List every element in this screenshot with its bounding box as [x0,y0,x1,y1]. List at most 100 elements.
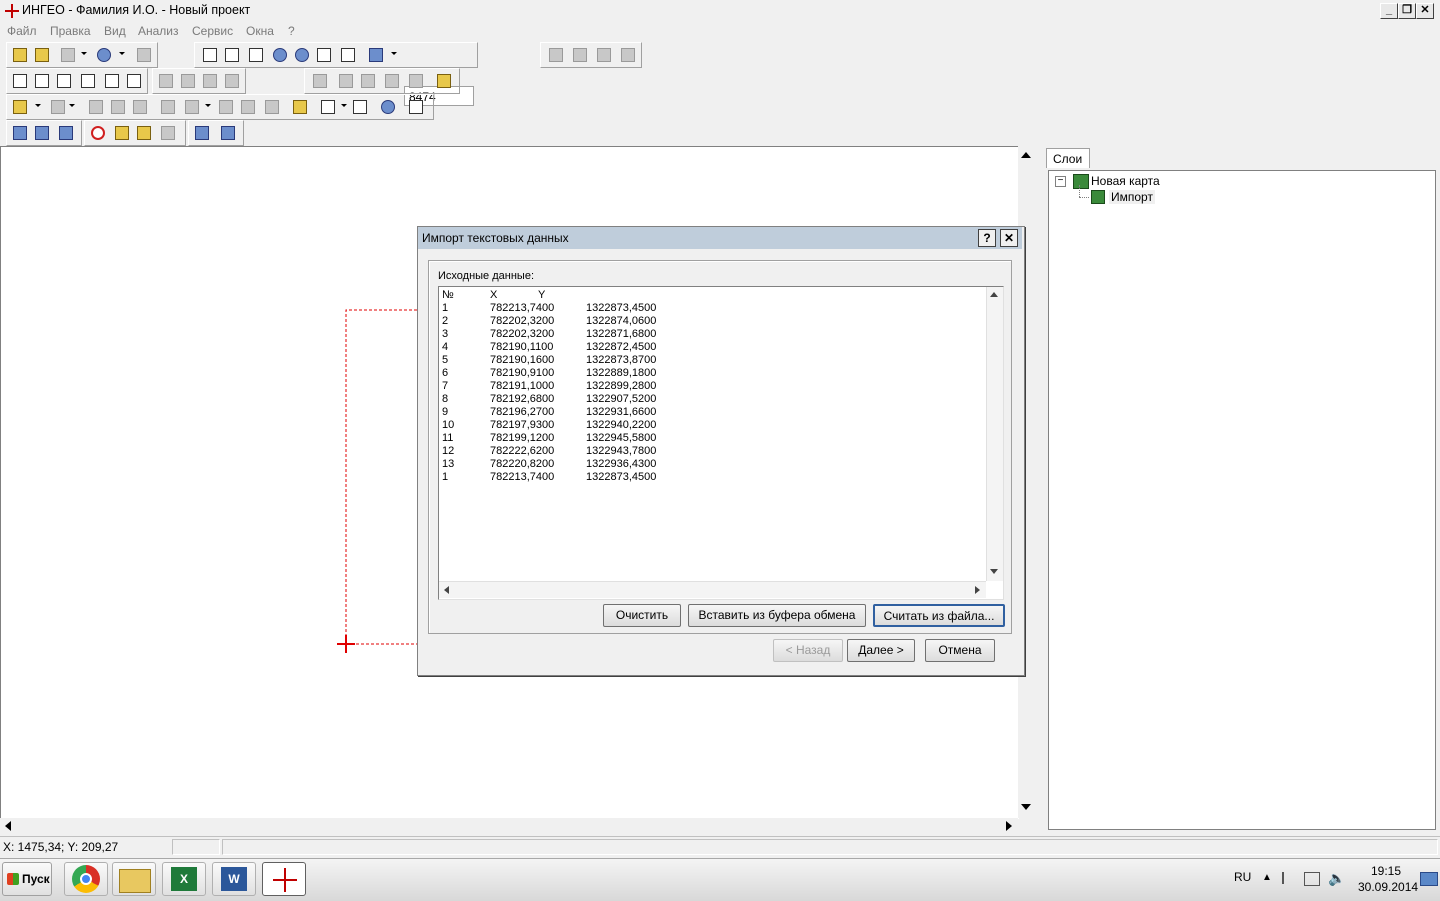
menu-windows[interactable]: Окна [246,24,274,38]
taskbar-ingeo[interactable] [262,862,306,896]
language-indicator[interactable]: RU [1234,870,1251,884]
network-icon[interactable] [1304,872,1320,886]
list-scroll-right-icon[interactable] [975,586,980,594]
cancel-button[interactable]: Отмена [925,639,995,662]
dialog-title-bar[interactable]: Импорт текстовых данных ? ✕ [418,227,1022,249]
zoom-in-icon[interactable] [271,46,289,64]
table-icon[interactable] [547,46,565,64]
export-icon[interactable] [33,124,51,142]
tab-layers[interactable]: Слои [1046,148,1090,168]
show-desktop-icon[interactable] [1420,872,1438,886]
group-icon[interactable] [157,72,175,90]
show-hidden-icons-icon[interactable]: ▲ [1262,872,1272,883]
paste-from-clipboard-button[interactable]: Вставить из буфера обмена [688,604,866,627]
scroll-up-icon[interactable] [1021,152,1031,158]
map-horizontal-scrollbar[interactable] [0,818,1018,834]
dialog-help-button[interactable]: ? [978,229,996,247]
import-icon[interactable] [11,124,29,142]
layers-manager-icon[interactable] [435,72,453,90]
tree-item-new-map[interactable]: Новая карта [1091,174,1160,188]
back-button[interactable]: < Назад [773,639,843,662]
list-scroll-left-icon[interactable] [444,586,449,594]
node-delete-icon[interactable] [131,98,149,116]
ungroup-icon[interactable] [179,72,197,90]
menu-service[interactable]: Сервис [192,24,233,38]
select-line-icon[interactable] [125,72,143,90]
select-frame-icon[interactable] [201,46,219,64]
forward-icon[interactable] [383,72,401,90]
convert-icon[interactable] [57,124,75,142]
table-filter-icon[interactable] [595,46,613,64]
zoom-out-icon[interactable] [293,46,311,64]
attribute-table-icon[interactable] [319,98,337,116]
next-button[interactable]: Далее > [847,639,915,662]
node-move-icon[interactable] [109,98,127,116]
scale-icon[interactable] [367,46,385,64]
source-data-textarea[interactable]: № X Y 1 782213,7400 1322873,4500 2 782202,32… [438,286,1004,600]
scroll-down-icon[interactable] [1021,804,1031,810]
pointer-add-icon[interactable] [33,72,51,90]
select-polygon-icon[interactable] [103,72,121,90]
calculator-icon[interactable] [351,98,369,116]
list-scroll-down-icon[interactable] [990,569,998,574]
menu-analysis[interactable]: Анализ [138,24,179,38]
scroll-right-icon[interactable] [1006,821,1012,831]
taskbar-excel[interactable]: X [162,862,206,896]
start-button[interactable]: Пуск [2,862,52,896]
layer-up-icon[interactable] [311,72,329,90]
close-icon[interactable]: ✕ [1416,3,1434,19]
database-icon[interactable] [59,46,77,64]
measure-icon[interactable] [217,98,235,116]
load-from-file-button[interactable]: Считать из файла... [873,604,1005,627]
minimize-icon[interactable]: _ [1380,3,1398,19]
pointer-icon[interactable] [11,72,29,90]
dialog-close-button[interactable]: ✕ [1000,229,1018,247]
bring-front-icon[interactable] [337,72,355,90]
restore-icon[interactable]: ❐ [1398,3,1416,19]
refresh-view-icon[interactable] [339,46,357,64]
select-rect-icon[interactable] [55,72,73,90]
query-icon[interactable] [193,124,211,142]
list-scroll-up-icon[interactable] [990,292,998,297]
report-icon[interactable] [619,46,637,64]
zoom-window-icon[interactable] [247,46,265,64]
menu-view[interactable]: Вид [104,24,126,38]
open-project-icon[interactable] [11,46,29,64]
menu-file[interactable]: Файл [7,24,37,38]
transform-icon[interactable] [263,98,281,116]
search-icon[interactable] [95,46,113,64]
taskbar-chrome[interactable] [64,862,108,896]
list-vertical-scrollbar[interactable] [986,287,1003,581]
edit-points-icon[interactable] [159,124,177,142]
stop-icon[interactable] [89,124,107,142]
context-help-icon[interactable] [407,98,425,116]
print-icon[interactable] [135,46,153,64]
volume-icon[interactable]: 🔈 [1328,870,1345,887]
scroll-left-icon[interactable] [5,821,11,831]
copy-object-icon[interactable] [49,98,67,116]
menu-help[interactable]: ? [288,24,295,38]
select-circle-icon[interactable] [79,72,97,90]
combine-icon[interactable] [201,72,219,90]
table-yellow-icon[interactable] [135,124,153,142]
query-table-icon[interactable] [219,124,237,142]
taskbar-explorer[interactable] [112,862,156,896]
draw-line-icon[interactable] [183,98,201,116]
collapse-icon[interactable]: − [1055,176,1066,187]
action-center-flag-icon[interactable] [1282,872,1296,884]
tree-item-import[interactable]: Импорт [1109,190,1155,204]
new-object-icon[interactable] [11,98,29,116]
node-icon[interactable] [87,98,105,116]
taskbar-word[interactable]: W [212,862,256,896]
list-horizontal-scrollbar[interactable] [439,581,986,598]
clear-button[interactable]: Очистить [603,604,681,627]
undo-icon[interactable] [379,98,397,116]
table-delete-icon[interactable] [571,46,589,64]
stack-icon[interactable] [113,124,131,142]
clock-date[interactable]: 30.09.2014 [1358,880,1418,894]
pan-hand-icon[interactable] [223,46,241,64]
open-map-icon[interactable] [33,46,51,64]
offset-icon[interactable] [239,98,257,116]
layers-tree[interactable]: − Новая карта Импорт [1048,170,1436,830]
menu-edit[interactable]: Правка [50,24,91,38]
